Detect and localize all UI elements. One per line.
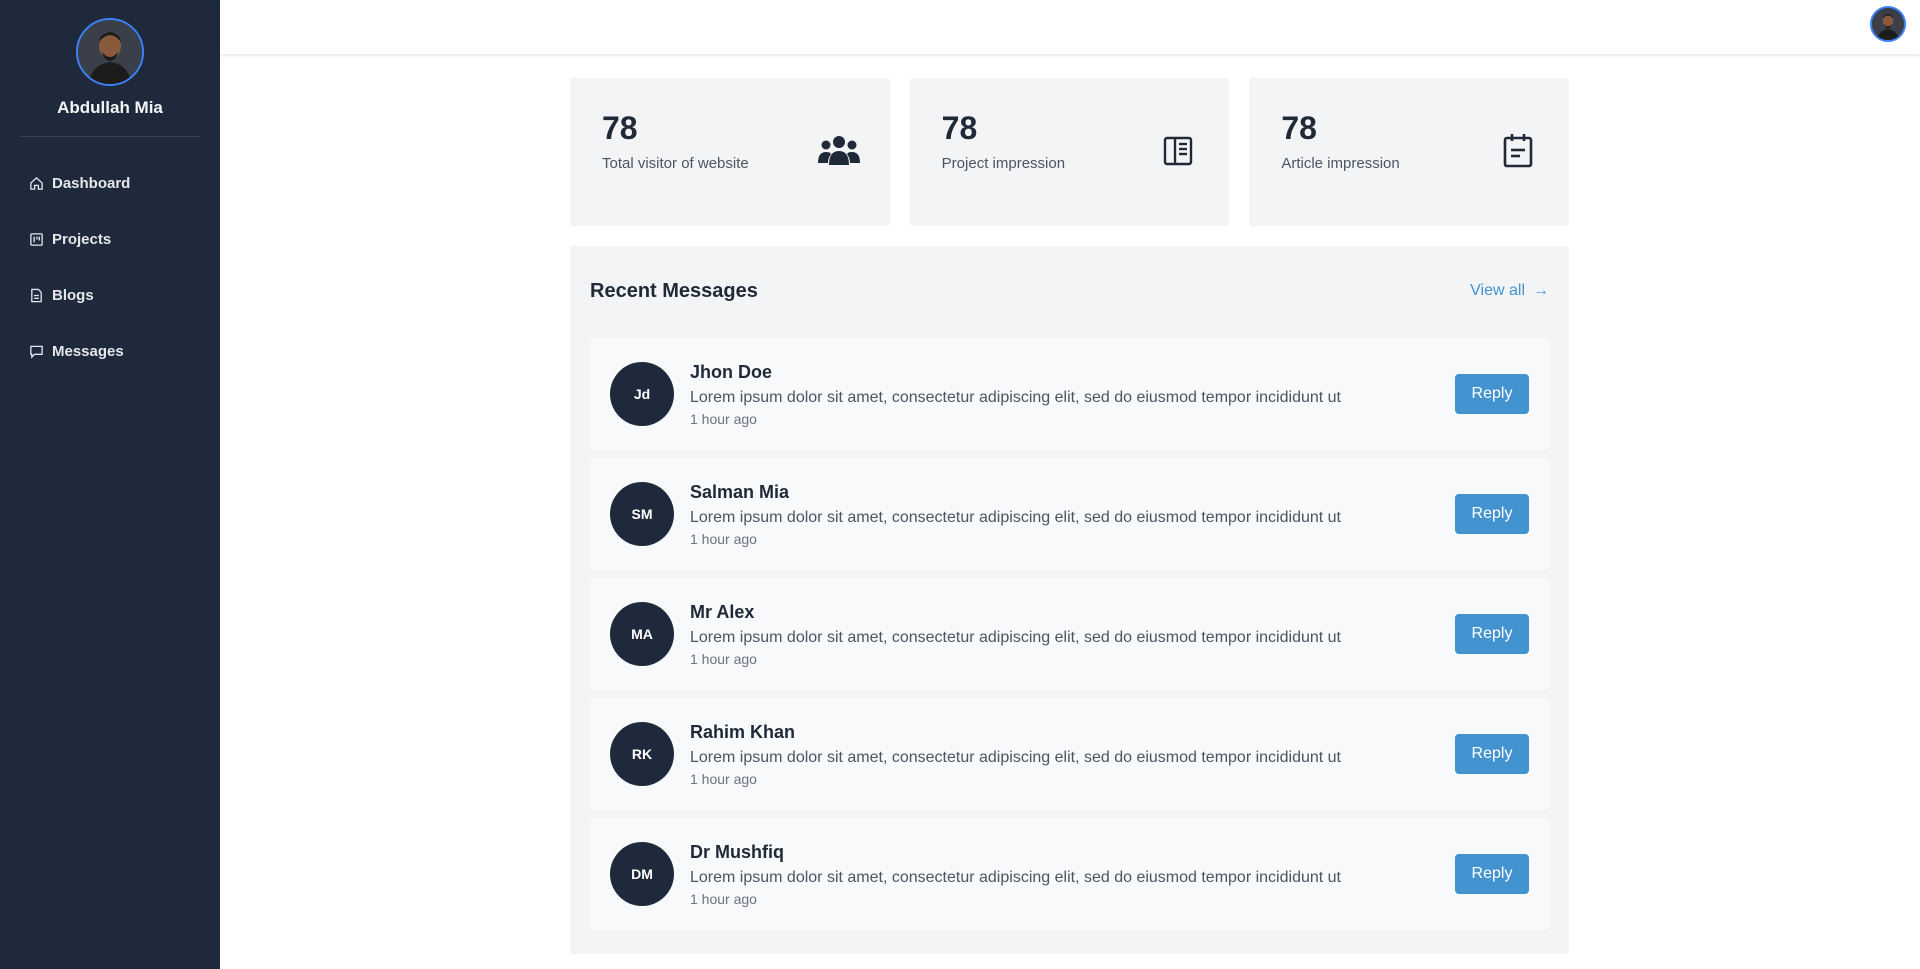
- messages-header: Recent Messages View all →: [590, 246, 1549, 338]
- user-photo-icon: [1872, 8, 1904, 40]
- sidebar-item-dashboard[interactable]: Dashboard: [0, 155, 220, 211]
- message-body: Rahim Khan Lorem ipsum dolor sit amet, c…: [690, 722, 1455, 787]
- kanban-icon: [29, 232, 44, 247]
- message-time: 1 hour ago: [690, 890, 757, 907]
- document-icon: [29, 288, 44, 303]
- message-time: 1 hour ago: [690, 410, 757, 427]
- home-icon: [29, 176, 44, 191]
- message-time: 1 hour ago: [690, 530, 757, 547]
- reply-button[interactable]: Reply: [1455, 614, 1529, 654]
- stat-card-visitors: 78 Total visitor of website: [570, 78, 890, 226]
- stat-card-projects: 78 Project impression: [909, 78, 1230, 226]
- sidebar-item-label: Dashboard: [52, 174, 131, 192]
- message-item: Jd Jhon Doe Lorem ipsum dolor sit amet, …: [590, 338, 1549, 450]
- sidebar-item-projects[interactable]: Projects: [0, 211, 220, 267]
- profile-avatar[interactable]: [76, 18, 144, 86]
- stat-card-articles: 78 Article impression: [1249, 78, 1570, 226]
- sidebar-item-blogs[interactable]: Blogs: [0, 267, 220, 323]
- message-text: Lorem ipsum dolor sit amet, consectetur …: [690, 748, 1341, 766]
- sidebar-item-messages[interactable]: Messages: [0, 323, 220, 379]
- reply-button[interactable]: Reply: [1455, 734, 1529, 774]
- topbar: [220, 0, 1920, 54]
- sidebar: Abdullah Mia Dashboard Projects Blogs Me: [0, 0, 220, 969]
- message-body: Mr Alex Lorem ipsum dolor sit amet, cons…: [690, 602, 1455, 667]
- stats-row: 78 Total visitor of website 78 Project i…: [570, 78, 1570, 226]
- message-item: DM Dr Mushfiq Lorem ipsum dolor sit amet…: [590, 818, 1549, 930]
- message-text: Lorem ipsum dolor sit amet, consectetur …: [690, 628, 1341, 646]
- account-avatar[interactable]: [1870, 6, 1906, 42]
- layout-panel-icon: [1157, 130, 1199, 172]
- message-avatar: SM: [610, 482, 674, 546]
- message-item: MA Mr Alex Lorem ipsum dolor sit amet, c…: [590, 578, 1549, 690]
- arrow-right-icon: →: [1533, 282, 1549, 299]
- message-time: 1 hour ago: [690, 770, 757, 787]
- message-time: 1 hour ago: [690, 650, 757, 667]
- reply-button[interactable]: Reply: [1455, 374, 1529, 414]
- message-avatar: DM: [610, 842, 674, 906]
- user-photo-icon: [78, 20, 142, 84]
- message-sender: Rahim Khan: [690, 721, 796, 742]
- chat-icon: [29, 344, 44, 359]
- calendar-note-icon: [1497, 130, 1539, 172]
- message-body: Salman Mia Lorem ipsum dolor sit amet, c…: [690, 482, 1455, 547]
- message-body: Dr Mushfiq Lorem ipsum dolor sit amet, c…: [690, 842, 1455, 907]
- message-text: Lorem ipsum dolor sit amet, consectetur …: [690, 508, 1341, 526]
- view-all-label: View all: [1470, 282, 1525, 299]
- message-text: Lorem ipsum dolor sit amet, consectetur …: [690, 868, 1341, 886]
- reply-button[interactable]: Reply: [1455, 854, 1529, 894]
- messages-list: Jd Jhon Doe Lorem ipsum dolor sit amet, …: [590, 338, 1549, 930]
- message-sender: Mr Alex: [690, 601, 755, 622]
- profile-name: Abdullah Mia: [57, 98, 163, 117]
- sidebar-divider: [20, 136, 200, 137]
- sidebar-item-label: Projects: [52, 230, 112, 248]
- message-avatar: Jd: [610, 362, 674, 426]
- message-sender: Dr Mushfiq: [690, 841, 784, 862]
- message-avatar: MA: [610, 602, 674, 666]
- sidebar-nav: Dashboard Projects Blogs Messages: [0, 155, 220, 379]
- message-avatar: RK: [610, 722, 674, 786]
- sidebar-item-label: Messages: [52, 342, 124, 360]
- message-sender: Salman Mia: [690, 481, 790, 502]
- sidebar-item-label: Blogs: [52, 286, 94, 304]
- messages-title: Recent Messages: [590, 279, 758, 302]
- message-item: RK Rahim Khan Lorem ipsum dolor sit amet…: [590, 698, 1549, 810]
- view-all-link[interactable]: View all →: [1470, 282, 1549, 300]
- message-text: Lorem ipsum dolor sit amet, consectetur …: [690, 388, 1341, 406]
- profile: Abdullah Mia: [0, 0, 220, 118]
- message-sender: Jhon Doe: [690, 361, 773, 382]
- users-icon: [817, 130, 860, 172]
- recent-messages-panel: Recent Messages View all → Jd Jhon Doe L…: [570, 246, 1569, 954]
- message-item: SM Salman Mia Lorem ipsum dolor sit amet…: [590, 458, 1549, 570]
- reply-button[interactable]: Reply: [1455, 494, 1529, 534]
- message-body: Jhon Doe Lorem ipsum dolor sit amet, con…: [690, 362, 1455, 427]
